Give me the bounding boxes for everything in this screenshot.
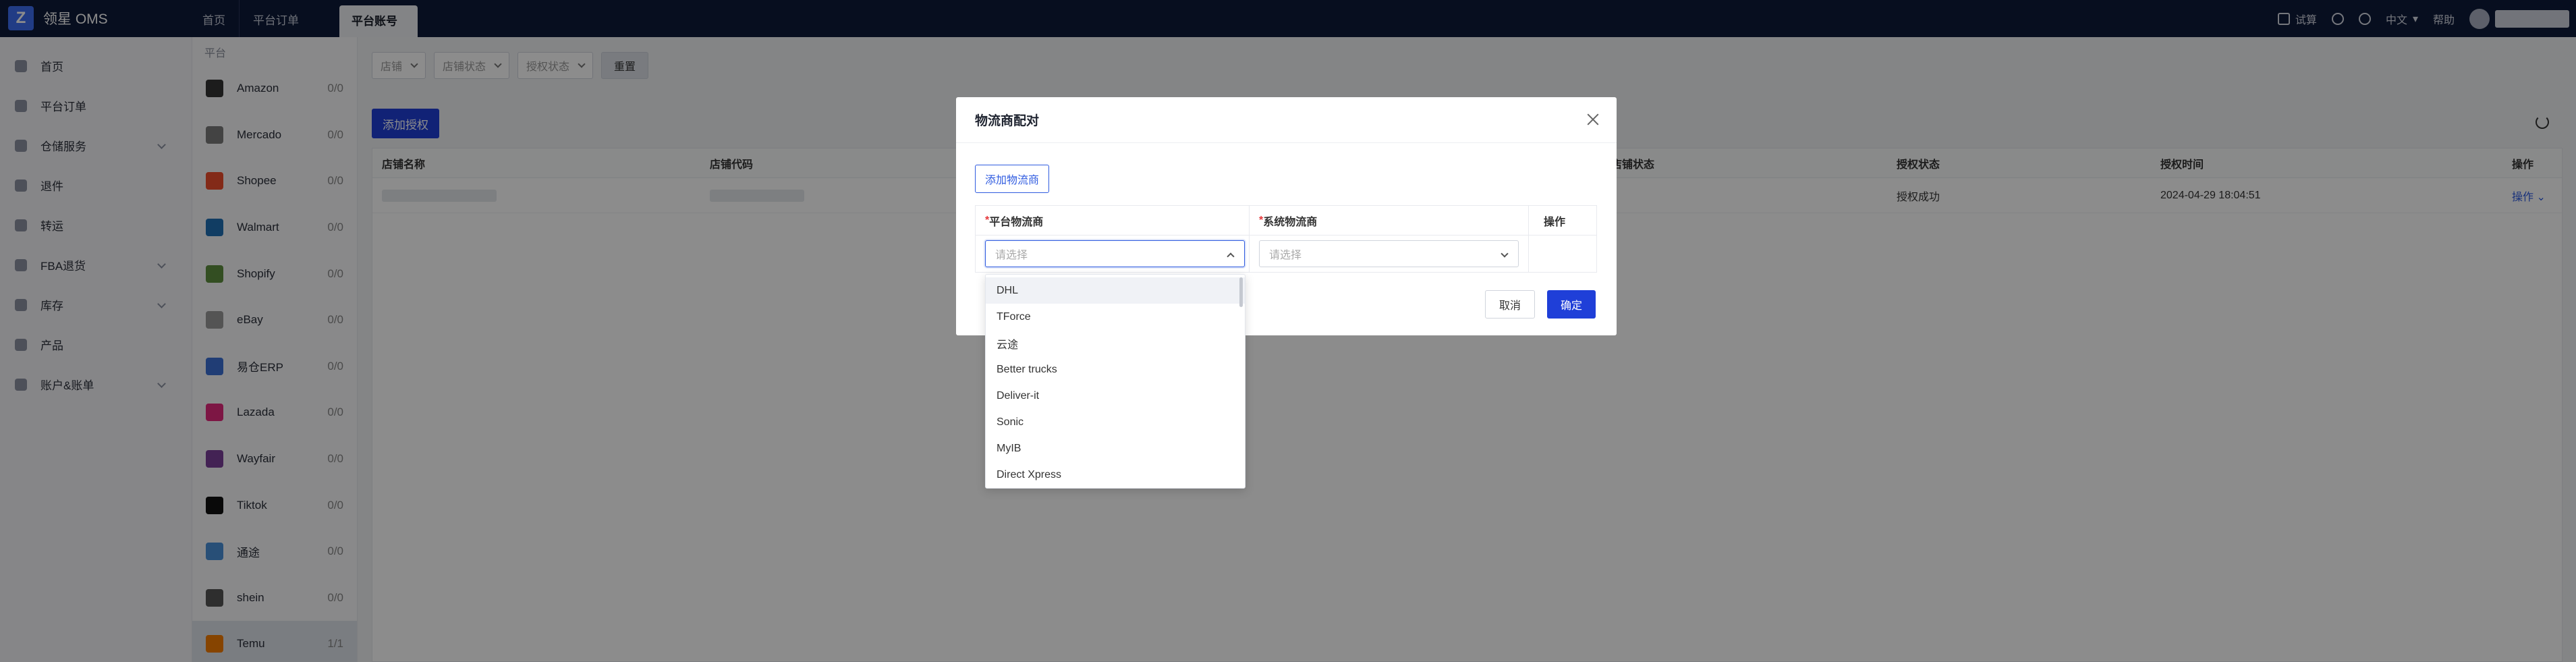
dropdown-scrollbar[interactable]	[1239, 277, 1243, 307]
mapping-row: 请选择 请选择	[976, 236, 1596, 272]
dropdown-option[interactable]: TForce	[986, 304, 1245, 330]
modal-header: 物流商配对	[956, 97, 1617, 143]
dropdown-option[interactable]: Better trucks	[986, 356, 1245, 383]
dropdown-option[interactable]: 云途	[986, 330, 1245, 356]
dropdown-option[interactable]: MyIB	[986, 435, 1245, 462]
system-carrier-placeholder: 请选择	[1269, 250, 1302, 261]
col-action: 操作	[1544, 216, 1566, 228]
platform-carrier-select[interactable]: 请选择	[985, 240, 1245, 267]
dropdown-option[interactable]: Direct Xpress	[986, 462, 1245, 488]
confirm-button[interactable]: 确定	[1547, 290, 1596, 319]
chevron-down-icon	[1501, 250, 1509, 258]
system-carrier-select[interactable]: 请选择	[1259, 240, 1519, 267]
modal-title: 物流商配对	[975, 114, 1040, 128]
add-carrier-button[interactable]: 添加物流商	[975, 165, 1050, 193]
chevron-up-icon	[1227, 252, 1235, 260]
cancel-button[interactable]: 取消	[1485, 290, 1536, 319]
col-system-carrier: 系统物流商	[1263, 216, 1318, 228]
platform-carrier-dropdown: DHL TForce 云途 Better trucks Deliver-it Sonic M…	[985, 274, 1245, 489]
mapping-table-header: * 平台物流商 * 系统物流商 操作	[976, 206, 1596, 236]
carrier-mapping-table: * 平台物流商 * 系统物流商 操作 请选择 请选择	[975, 205, 1597, 273]
col-platform-carrier: 平台物流商	[989, 216, 1044, 228]
dropdown-option[interactable]: Sonic	[986, 409, 1245, 435]
close-icon[interactable]	[1586, 112, 1600, 127]
dropdown-option[interactable]: Deliver-it	[986, 383, 1245, 409]
platform-carrier-placeholder: 请选择	[995, 250, 1028, 261]
dropdown-option[interactable]: DHL	[986, 277, 1245, 304]
